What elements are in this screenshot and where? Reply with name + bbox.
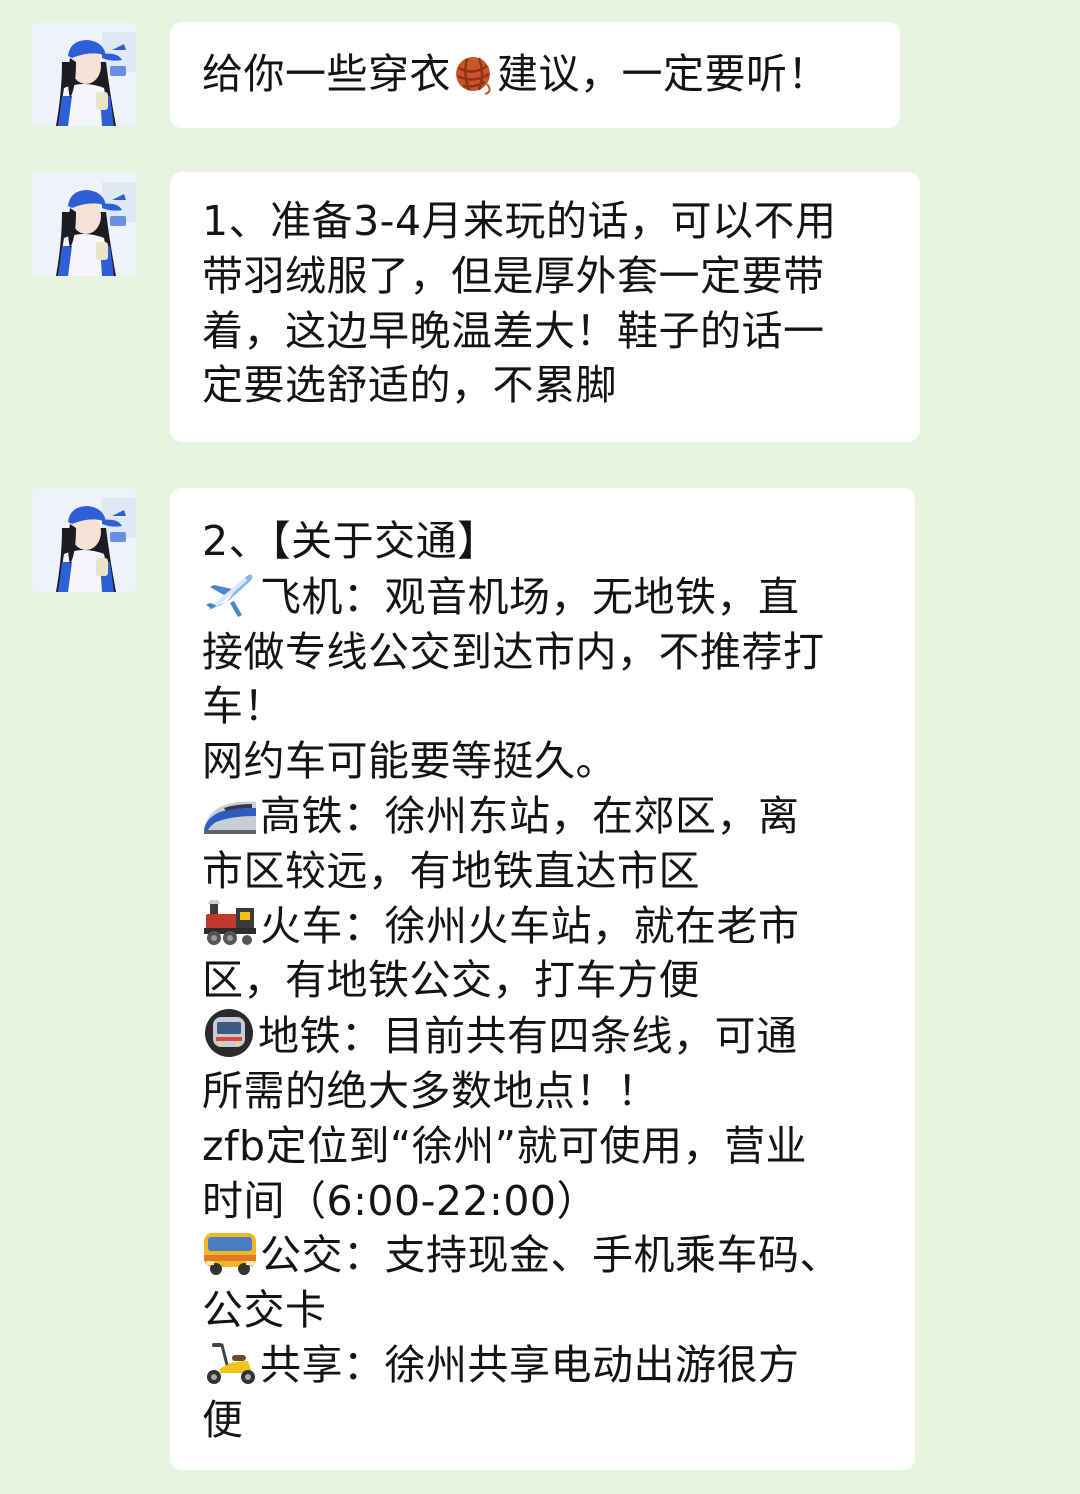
- steam-locomotive-icon: [202, 899, 258, 948]
- message-line: 定要选舒适的，不累脚: [202, 361, 617, 410]
- message-bubble[interactable]: 1、准备3-4月来玩的话，可以不用 带羽绒服了，但是厚外套一定要带 着，这边早晚…: [170, 172, 920, 442]
- message-line: 所需的绝大多数地点！！: [202, 1066, 659, 1115]
- message-line: 便: [202, 1395, 244, 1444]
- message-line: 1、准备3-4月来玩的话，可以不用: [202, 197, 837, 245]
- message-line: 2、【关于交通】: [202, 517, 499, 565]
- bullet-train-icon: [202, 794, 258, 838]
- bus-icon: [202, 1229, 258, 1277]
- message-line: 带羽绒服了，但是厚外套一定要带: [202, 251, 825, 300]
- metro-icon: [202, 1008, 256, 1058]
- message-line: 地铁：目前共有四条线，可通: [202, 1008, 887, 1064]
- message-line: 公交卡: [202, 1286, 327, 1335]
- message-line: 飞机：观音机场，无地铁，直: [202, 569, 887, 625]
- avatar[interactable]: [32, 488, 136, 592]
- chat-view: 给你一些穿衣 建议，一定要听！ 1、准备3-4月来玩的话，可以不用 带羽绒服了，…: [0, 0, 1080, 1494]
- message-line: 共享：徐州共享电动出游很方: [202, 1338, 887, 1393]
- message-line: 火车：徐州火车站，就在老市: [202, 899, 887, 954]
- message-line: zfb定位到“徐州”就可使用，营业: [202, 1121, 807, 1170]
- message-bubble[interactable]: 给你一些穿衣 建议，一定要听！: [170, 22, 900, 128]
- message-line: 公交：支持现金、手机乘车码、: [202, 1228, 887, 1283]
- avatar[interactable]: [32, 22, 136, 126]
- message-line: 区，有地铁公交，打车方便: [202, 956, 700, 1005]
- message-line: 时间（6:00-22:00）: [202, 1176, 599, 1225]
- airplane-icon: [202, 569, 258, 619]
- message-line: 给你一些穿衣 建议，一定要听！: [202, 50, 829, 98]
- message-line: 高铁：徐州东站，在郊区，离: [202, 789, 887, 844]
- message-line: 着，这边早晚温差大！鞋子的话一: [202, 306, 825, 355]
- message-line: 车！: [202, 682, 285, 731]
- message-line: 网约车可能要等挺久。: [202, 737, 617, 786]
- yarn-ball-icon: [451, 52, 495, 96]
- scooter-icon: [202, 1339, 258, 1387]
- message-line: 接做专线公交到达市内，不推荐打: [202, 627, 825, 676]
- message-bubble[interactable]: 2、【关于交通】 飞机：观音机场，无地铁，直 接做专线公交到达市内，不推荐打 车…: [170, 488, 915, 1470]
- message-line: 市区较远，有地铁直达市区: [202, 846, 700, 895]
- avatar[interactable]: [32, 172, 136, 276]
